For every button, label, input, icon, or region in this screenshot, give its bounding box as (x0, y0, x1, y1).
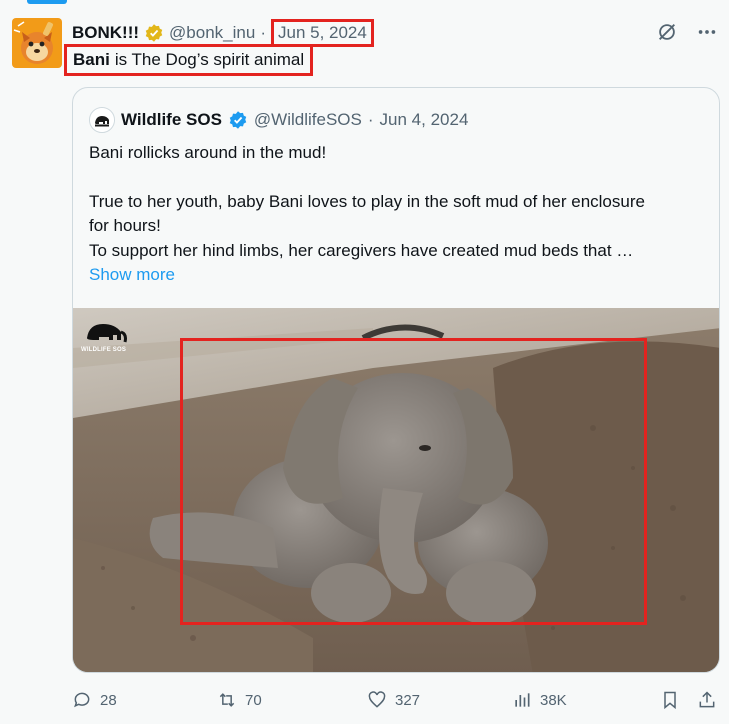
bookmark-button[interactable] (660, 690, 680, 710)
show-more-link[interactable]: Show more (89, 265, 175, 284)
tweet: BONK!!! @bonk_inu · Jun 5, 2024 Bani is … (0, 0, 729, 724)
quoted-media-photo[interactable]: WILDLIFE SOS (73, 308, 719, 672)
tweet-date[interactable]: Jun 5, 2024 (270, 19, 374, 47)
avatar[interactable] (12, 18, 62, 68)
tweet-text: Bani is The Dog’s spirit animal (64, 44, 314, 76)
reply-count: 28 (100, 691, 117, 709)
repost-icon (217, 690, 237, 710)
wildlife-sos-watermark-logo: WILDLIFE SOS (81, 316, 133, 353)
quoted-author-name[interactable]: Wildlife SOS (121, 110, 222, 130)
quoted-text-line: Bani rollicks around in the mud! (89, 143, 327, 162)
tweet-text-rest: is The Dog’s spirit animal (114, 50, 305, 69)
like-button[interactable]: 327 (367, 690, 420, 710)
watermark-text: WILDLIFE SOS (81, 347, 127, 353)
reply-button[interactable]: 28 (72, 690, 117, 710)
bookmark-icon (660, 690, 680, 710)
highlight-box (180, 338, 647, 625)
quoted-date[interactable]: Jun 4, 2024 (380, 110, 469, 130)
repost-count: 70 (245, 691, 262, 709)
tweet-text-bold: Bani (73, 50, 110, 69)
like-count: 327 (395, 691, 421, 709)
verified-blue-icon (228, 110, 248, 130)
separator-dot: · (260, 23, 266, 42)
more-options-icon[interactable] (695, 20, 719, 44)
grok-icon[interactable] (655, 20, 679, 44)
quoted-avatar[interactable] (89, 107, 115, 133)
quoted-tweet-text: Bani rollicks around in the mud! True to… (89, 141, 709, 288)
author-handle[interactable]: @bonk_inu (169, 23, 255, 43)
analytics-icon (512, 690, 532, 710)
author-name[interactable]: BONK!!! (72, 23, 139, 43)
tweet-action-bar: 28 70 327 38K (72, 688, 720, 712)
quoted-tweet[interactable]: Wildlife SOS @WildlifeSOS · Jun 4, 2024 … (72, 87, 720, 673)
quoted-tweet-header: Wildlife SOS @WildlifeSOS · Jun 4, 2024 (89, 107, 468, 133)
repost-button[interactable]: 70 (217, 690, 262, 710)
heart-icon (367, 690, 387, 710)
quoted-text-line: To support her hind limbs, her caregiver… (89, 240, 634, 260)
view-count: 38K (540, 691, 567, 709)
quoted-text-line: True to her youth, baby Bani loves to pl… (89, 191, 645, 236)
tweet-header: BONK!!! @bonk_inu · Jun 5, 2024 (72, 19, 374, 47)
quoted-separator-dot: · (367, 110, 374, 129)
reply-icon (72, 690, 92, 710)
verified-gold-icon (144, 23, 164, 43)
tweet-header-actions (655, 20, 719, 44)
share-icon (697, 690, 717, 710)
views-button[interactable]: 38K (512, 690, 567, 710)
share-button[interactable] (697, 690, 717, 710)
quoted-author-handle[interactable]: @WildlifeSOS (254, 110, 362, 130)
